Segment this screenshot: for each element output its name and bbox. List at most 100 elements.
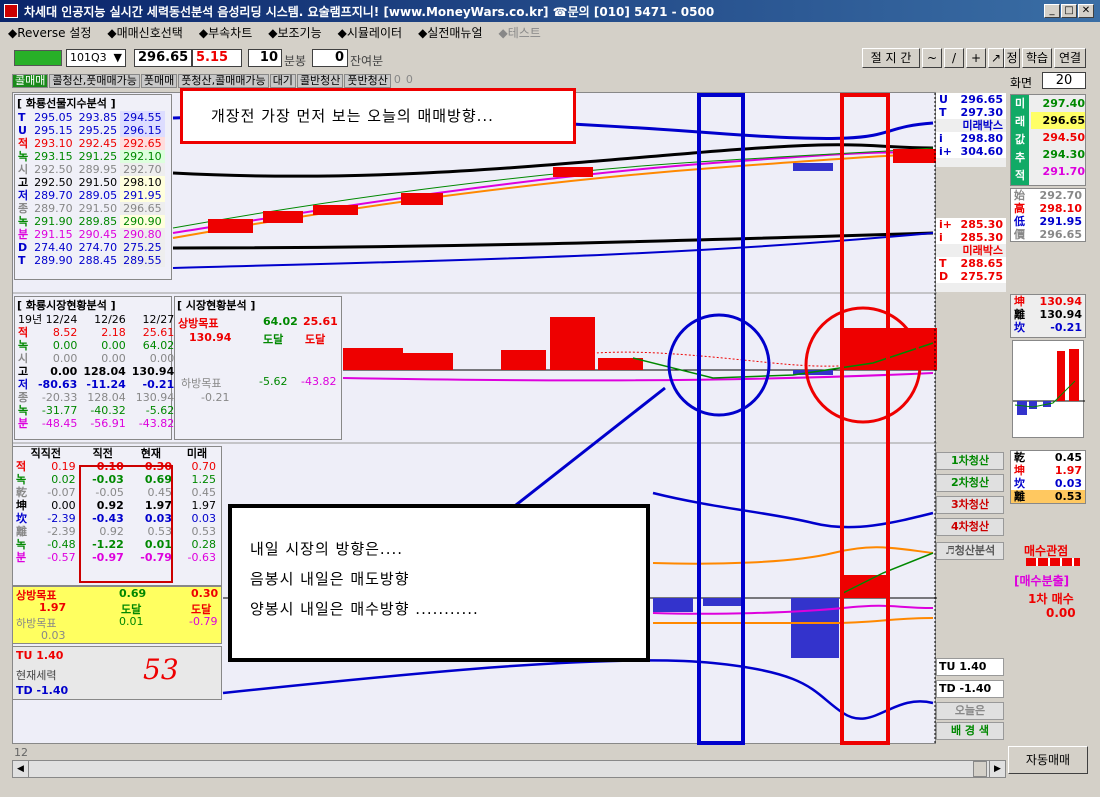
buy-split: [매수분출] <box>1014 574 1070 588</box>
screen-field[interactable]: 20 <box>1042 72 1086 89</box>
table-row: 적 293.10 292.45 292.65 <box>15 137 165 150</box>
right-top-table: U 296.65 T 297.30 미래박스 i 298.80 i+ 304.60 <box>936 93 1006 158</box>
value-cell: T <box>936 257 956 270</box>
menu-sim[interactable]: ◆시뮬레이터 <box>338 24 402 41</box>
tab-call-half[interactable]: 콜반청산 <box>296 74 344 88</box>
bg-color-button[interactable]: 배 경 색 <box>936 722 1004 740</box>
mini-bar <box>1017 401 1027 415</box>
bottom-annotation: 내일 시장의 방향은.... 음봉시 내일은 매도방향 양봉시 내일은 매수방향… <box>228 504 650 662</box>
market-cell: 녹 <box>18 339 29 352</box>
table-row: 低 291.95 <box>1010 215 1086 228</box>
annotation-line3: 양봉시 내일은 매수방향 ........... <box>250 600 479 618</box>
value-cell: U <box>936 93 956 106</box>
scroll-left-icon[interactable]: ◀ <box>13 761 29 777</box>
value-cell: 1.97 <box>1036 464 1086 477</box>
rest-field[interactable]: 0 <box>312 49 348 67</box>
close2-button[interactable]: 2차청산 <box>936 474 1004 492</box>
flow-target-panel: 상방목표 1.97 0.69 0.30 도달 도달 하방목표 0.01 -0.7… <box>12 586 222 644</box>
flow-cell: 1.25 <box>191 473 217 486</box>
ma-line <box>652 546 934 565</box>
tab-put[interactable]: 풋매매 <box>140 74 178 88</box>
futures-cell: 저 <box>18 189 29 202</box>
market-cell: 0.00 <box>52 352 78 365</box>
menu-manual[interactable]: ◆실전매뉴얼 <box>418 24 482 41</box>
scroll-thumb[interactable] <box>973 761 987 777</box>
market-cell: -48.45 <box>41 417 78 430</box>
futures-cell: 291.25 <box>78 150 118 163</box>
band-line <box>652 491 934 529</box>
menu-signal[interactable]: ◆매매신호선택 <box>107 24 182 41</box>
flow-cell: 0.02 <box>51 473 76 486</box>
market-cell: 130.94 <box>135 391 175 404</box>
table-row: T 297.30 <box>936 106 1006 119</box>
candle <box>208 219 253 233</box>
menu-test[interactable]: ◆테스트 <box>499 24 541 41</box>
status-indicator <box>14 50 62 66</box>
value-cell: 291.95 <box>1030 215 1086 228</box>
value-cell: 始 <box>1010 188 1031 202</box>
tilde-button[interactable]: ~ <box>922 48 942 68</box>
futures-cell: 289.70 <box>34 189 73 202</box>
close3-button[interactable]: 3차청산 <box>936 496 1004 514</box>
tu-label: TU 1.40 <box>16 649 64 662</box>
flow-cell: 0.03 <box>191 512 217 525</box>
tab-put-half[interactable]: 풋반청산 <box>344 74 391 88</box>
table-row: 始 292.70 <box>1010 188 1086 202</box>
maximize-button[interactable]: □ <box>1061 4 1077 18</box>
arrow-button[interactable]: ↗ <box>988 48 1004 68</box>
horizontal-scrollbar[interactable]: ◀ ▶ <box>12 760 1006 778</box>
tab-call-close[interactable]: 콜청산,풋매매가능 <box>49 74 140 88</box>
auto-trade-button[interactable]: 자동매매 <box>1008 746 1088 774</box>
base-line <box>172 231 934 250</box>
table-row: 적 8.52 2.18 25.61 <box>15 326 177 339</box>
tab-call[interactable]: 콜매매 <box>12 74 49 88</box>
menu-reverse[interactable]: ◆Reverse 설정 <box>8 24 91 41</box>
right-low-box: i+ 285.30 i 285.30 미래박스 T 288.65 D 275.75 <box>936 218 1006 292</box>
minimize-button[interactable]: _ <box>1044 4 1060 18</box>
today-button[interactable]: 오늘은 <box>936 702 1004 720</box>
fix-button[interactable]: 정 <box>1004 48 1020 68</box>
menu-tools[interactable]: ◆보조기능 <box>268 24 321 41</box>
value-cell: i+ <box>936 145 956 158</box>
bar <box>653 598 693 612</box>
power-label: 현재세력 <box>16 669 57 682</box>
market-cell: 8.52 <box>52 326 78 339</box>
flow-cell: 0.53 <box>191 525 217 538</box>
flow-cell: -0.63 <box>187 551 216 564</box>
flow-cell: 분 <box>16 551 27 564</box>
market-cell: -31.77 <box>41 404 78 417</box>
close-button[interactable]: ✕ <box>1078 4 1094 18</box>
ohlc-table: 始 292.70 高 298.10 低 291.95 價 296.65 <box>1010 188 1086 242</box>
minutes-field[interactable]: 10 <box>248 49 282 67</box>
table-row: 坎 0.03 <box>1010 477 1086 490</box>
learn-button[interactable]: 학습 <box>1022 48 1052 68</box>
bar <box>343 348 403 370</box>
band-line <box>172 232 934 269</box>
connect-button[interactable]: 연결 <box>1054 48 1086 68</box>
scroll-right-icon[interactable]: ▶ <box>989 761 1005 777</box>
tab-wait[interactable]: 대기 <box>269 74 296 88</box>
table-row: U 296.65 <box>936 93 1006 106</box>
close1-button[interactable]: 1차청산 <box>936 452 1004 470</box>
draw-button[interactable]: 절 지 간 <box>862 48 920 68</box>
market-cell: 0.00 <box>101 352 126 365</box>
market-cell: -40.32 <box>90 404 126 417</box>
fl-0: 미 <box>1014 97 1026 110</box>
market-cell: -0.21 <box>142 378 175 391</box>
menu-chart[interactable]: ◆부속차트 <box>199 24 252 41</box>
line-button[interactable]: / <box>944 48 964 68</box>
flow-cell: 離 <box>16 525 27 538</box>
code-select[interactable]: 101Q3 ▼ <box>66 49 126 67</box>
cross-button[interactable]: + <box>966 48 986 68</box>
value-cell: D <box>936 270 956 283</box>
market-cell: 25.61 <box>142 326 175 339</box>
fl-3: 추 <box>1014 151 1026 164</box>
close4-button[interactable]: 4차청산 <box>936 518 1004 536</box>
tab-put-close[interactable]: 풋청산,콜매매가능 <box>178 74 269 88</box>
flow-down-b: 0.01 <box>119 615 144 628</box>
up2: 25.61 <box>303 315 338 328</box>
futures-cell: 292.50 <box>34 163 73 176</box>
close-analysis-button[interactable]: ♬청산분석 <box>936 542 1004 560</box>
futures-panel: [ 화룡선물지수분석 ] T 295.05 293.85 294.55 U 295.15 2… <box>14 94 172 280</box>
value-cell: 296.65 <box>955 93 1006 106</box>
